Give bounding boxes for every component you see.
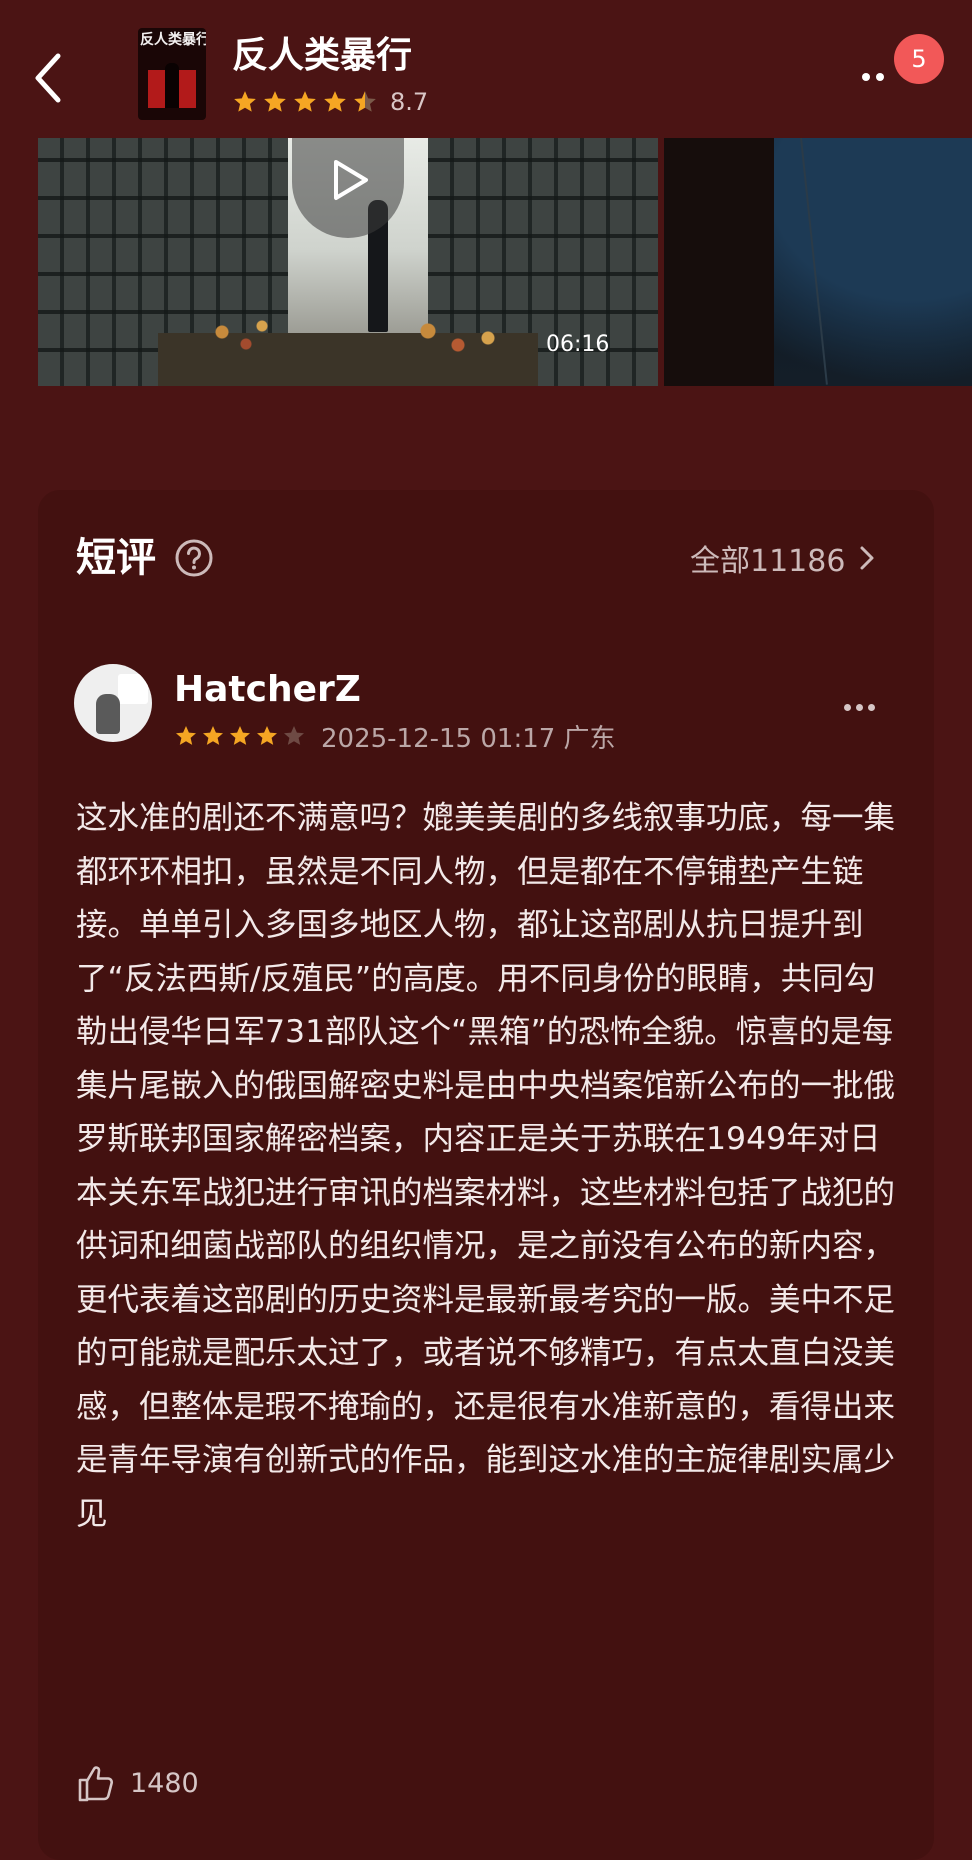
chevron-right-icon [860,546,874,570]
play-icon [334,160,368,200]
video-thumbnail[interactable]: 06:16 [38,138,658,386]
all-comments-label: 全部11186 [690,544,846,579]
star-full-icon [257,726,277,745]
video-duration: 06:16 [546,332,610,357]
play-button[interactable] [292,138,404,238]
notification-badge: 5 [894,34,944,84]
help-button[interactable] [174,538,214,578]
rating-score: 8.7 [390,88,429,116]
star-full-icon [324,91,346,112]
top-bar: 反人类暴行 反人类暴行 8.7 5 [0,0,972,140]
star-full-icon [176,726,196,745]
dot-icon [876,73,884,81]
star-empty-icon [284,726,304,745]
comment-text: 这水准的剧还不满意吗？媲美美剧的多线叙事功底，每一集都环环相扣，虽然是不同人物，… [76,800,896,1532]
comment-rating: 2025-12-15 01:17 广东 [174,722,616,754]
thumbs-up-icon [78,1766,114,1802]
video-thumbnail-2[interactable] [664,138,972,386]
question-circle-icon [175,539,213,577]
star-half-icon [354,91,376,112]
show-poster[interactable]: 反人类暴行 [138,28,206,120]
like-count: 1480 [130,1767,199,1799]
comment-more-button[interactable] [844,696,884,716]
dot-icon [868,704,875,711]
avatar[interactable] [74,664,152,742]
star-full-icon [230,726,250,745]
all-comments-link[interactable]: 全部11186 [690,538,875,579]
star-full-icon [264,91,286,112]
comment-username[interactable]: HatcherZ [174,668,361,712]
back-button[interactable] [28,48,78,108]
star-full-icon [203,726,223,745]
show-rating: 8.7 [232,86,428,118]
star-full-icon [234,91,256,112]
poster-title-text: 反人类暴行 [140,32,206,48]
like-button[interactable]: 1480 [76,1758,199,1808]
show-title: 反人类暴行 [232,35,413,76]
dot-icon [856,704,863,711]
back-arrow-icon [35,53,61,103]
dot-icon [844,704,851,711]
star-full-icon [294,91,316,112]
dot-icon [862,73,870,81]
comment-meta: 2025-12-15 01:17 广东 [321,723,616,754]
section-title: 短评 [76,535,156,581]
